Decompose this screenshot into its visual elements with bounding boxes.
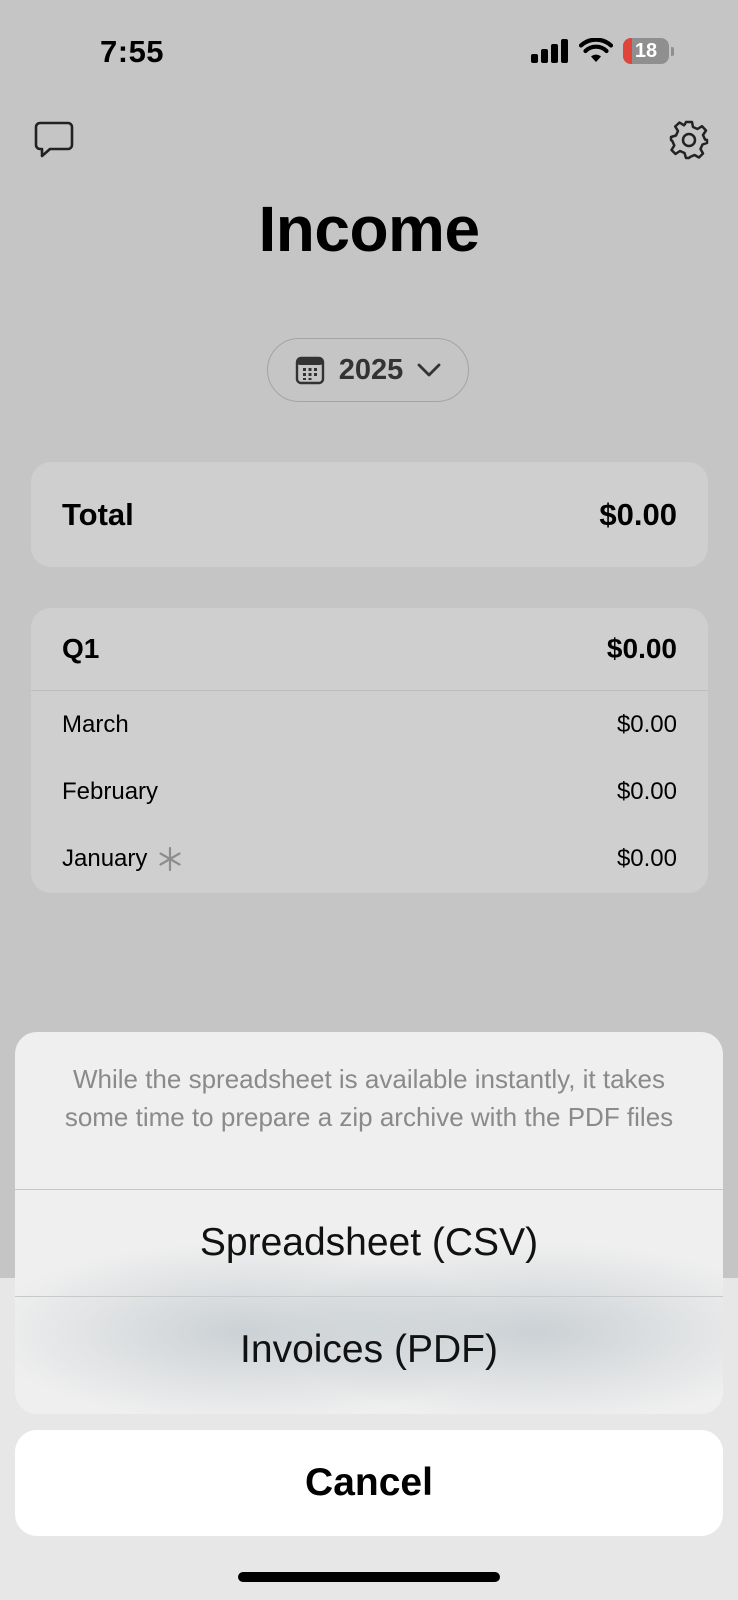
action-sheet-message: While the spreadsheet is available insta… (15, 1032, 723, 1190)
status-icons: 18 (531, 38, 674, 64)
page-title: Income (258, 193, 480, 265)
month-amount: $0.00 (616, 710, 677, 738)
status-time: 7:55 (100, 34, 165, 69)
asterisk-icon (159, 846, 181, 871)
quarter-amount: $0.00 (606, 633, 677, 664)
wifi-icon (579, 38, 613, 62)
battery-icon: 18 (623, 38, 669, 64)
chat-bubble-icon (34, 121, 74, 158)
home-indicator (238, 1572, 500, 1582)
battery-cap (671, 46, 674, 56)
action-sheet: While the spreadsheet is available insta… (15, 1032, 723, 1414)
invoices-pdf-button[interactable]: Invoices (PDF) (15, 1296, 723, 1403)
year-label: 2025 (338, 353, 404, 386)
chat-button[interactable] (31, 117, 77, 163)
month-label: March (62, 710, 129, 738)
settings-button[interactable] (666, 117, 712, 163)
cancel-button[interactable]: Cancel (15, 1430, 723, 1536)
month-label: January (62, 844, 148, 872)
total-card[interactable]: Total $0.00 (31, 462, 708, 567)
quarter-card: Q1 $0.00 March $0.00 February $0.00 Janu… (31, 608, 708, 893)
quarter-label: Q1 (62, 633, 100, 664)
total-label: Total (62, 496, 134, 532)
chevron-down-icon (417, 363, 441, 377)
quarter-header[interactable]: Q1 $0.00 (31, 608, 708, 691)
cellular-signal-icon (531, 39, 568, 63)
year-selector[interactable]: 2025 (267, 338, 469, 402)
month-row-march[interactable]: March $0.00 (31, 691, 708, 758)
month-amount: $0.00 (616, 777, 677, 805)
month-row-february[interactable]: February $0.00 (31, 758, 708, 825)
spreadsheet-csv-button[interactable]: Spreadsheet (CSV) (15, 1190, 723, 1296)
gear-icon (669, 120, 709, 160)
total-amount: $0.00 (599, 496, 677, 532)
battery-level: 18 (634, 39, 658, 62)
month-amount: $0.00 (616, 844, 677, 872)
month-row-january[interactable]: January $0.00 (31, 825, 708, 892)
calendar-icon (295, 356, 324, 385)
month-label: February (62, 777, 159, 805)
